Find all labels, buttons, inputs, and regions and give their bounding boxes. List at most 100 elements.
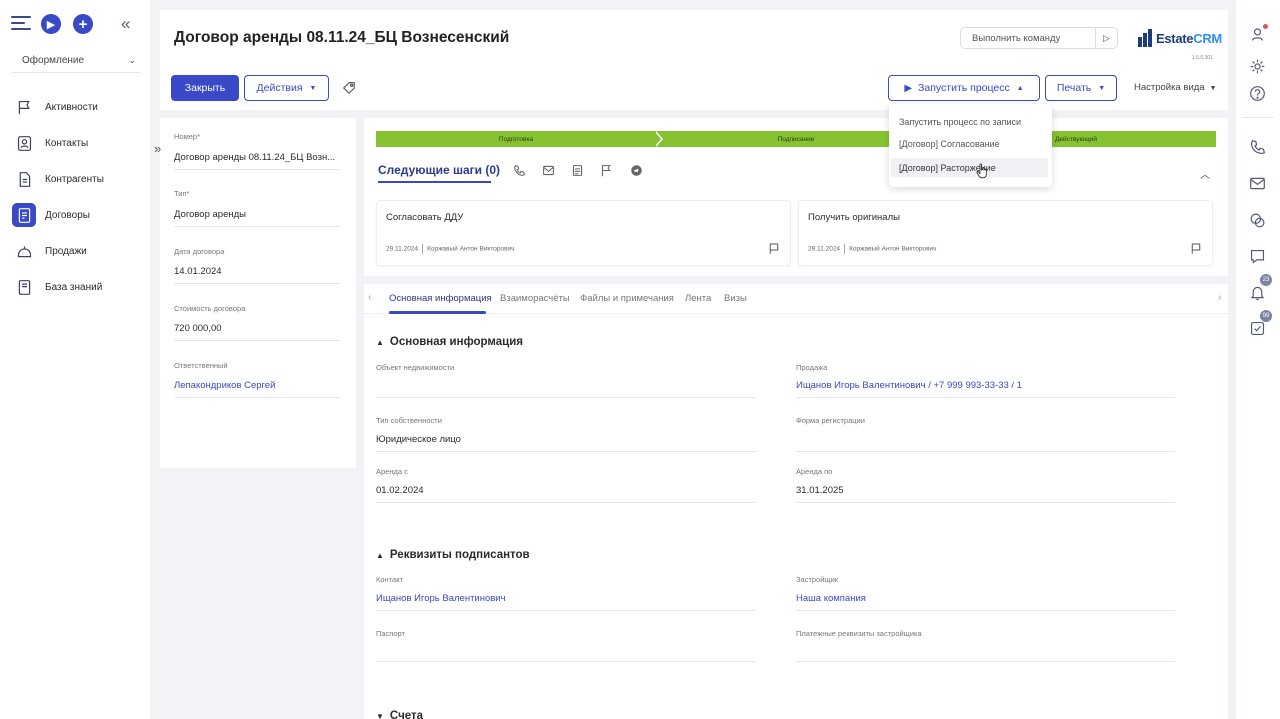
field-number[interactable]: Договор аренды 08.11.24_БЦ Возн... (174, 152, 340, 170)
command-input[interactable]: Выполнить команду ▷ (960, 27, 1118, 49)
stage-label: Действующий (1055, 135, 1097, 143)
tab-main-info[interactable]: Основная информация (389, 293, 492, 304)
section-accounts[interactable]: ▼ Счета (376, 710, 423, 719)
field-registration-form[interactable] (796, 434, 1175, 452)
scroll-left-icon[interactable]: ‹ (368, 292, 371, 303)
field-lease-to[interactable]: 31.01.2025 (796, 485, 1175, 503)
hand-cursor-icon (976, 163, 987, 179)
right-toolbar: 23 99 (1236, 0, 1280, 719)
sidebar-item-activities[interactable]: Активности (12, 94, 144, 120)
flag-icon[interactable] (1190, 242, 1202, 255)
logo-text-crm: CRM (1193, 30, 1222, 46)
close-button[interactable]: Закрыть (171, 75, 239, 101)
field-contract-date[interactable]: 14.01.2024 (174, 266, 340, 284)
chat-bubbles-icon[interactable] (1247, 210, 1267, 230)
help-icon[interactable] (1247, 83, 1267, 103)
flag-icon (12, 95, 36, 119)
stage-bar: Подготовка Подписание Действующий (376, 131, 1216, 147)
run-command-icon[interactable]: ▷ (1095, 28, 1117, 48)
left-sidebar: ▶ + « Оформление ⌄ Активности Контакты К… (0, 0, 150, 719)
stage-divider (654, 131, 661, 147)
sidebar-item-label: Контрагенты (45, 173, 104, 185)
settings-icon[interactable] (1247, 56, 1267, 76)
add-icon[interactable]: + (73, 14, 93, 34)
scroll-right-icon[interactable]: › (1218, 292, 1221, 303)
tab-files-notes[interactable]: Файлы и примечания (580, 293, 674, 304)
field-label: Стоимость договора (174, 304, 246, 313)
field-label: Паспорт (376, 629, 405, 638)
collapse-steps-icon[interactable]: ︿ (1200, 166, 1210, 181)
step-card[interactable]: Согласовать ДДУ 29.11.2024 Коржавый Антон… (376, 200, 791, 266)
field-label: Тип* (174, 189, 190, 198)
tab-underline (378, 181, 491, 183)
page-title: Договор аренды 08.11.24_БЦ Вознесенский (174, 29, 510, 46)
chevron-up-icon: ▲ (376, 338, 384, 347)
task-list-icon[interactable] (571, 164, 584, 177)
run-process-button[interactable]: ▶ Запустить процесс ▲ (888, 75, 1040, 101)
book-icon (12, 275, 36, 299)
stage-preparation[interactable]: Подготовка (376, 131, 656, 147)
step-meta: 29.11.2024 Коржавый Антон Викторович (386, 244, 515, 254)
sidebar-item-contacts[interactable]: Контакты (12, 130, 144, 156)
version-label: 1.5.0.301 (1192, 55, 1213, 61)
play-icon[interactable]: ▶ (41, 14, 61, 34)
mail-icon[interactable] (542, 164, 555, 177)
sidebar-item-label: Контакты (45, 137, 89, 149)
stage-label: Подготовка (498, 135, 534, 143)
menu-item-termination[interactable]: [Договор] Расторжение (891, 158, 1048, 177)
sidebar-item-contracts[interactable]: Договоры (12, 202, 144, 228)
sidebar-item-knowledge-base[interactable]: База знаний (12, 274, 144, 300)
tab-feed[interactable]: Лента (685, 293, 711, 304)
step-card[interactable]: Получить оригиналы 29.11.2024 Коржавый Ан… (798, 200, 1213, 266)
phone-icon[interactable] (1247, 137, 1267, 157)
field-label: Форма регистрации (796, 416, 865, 425)
field-developer[interactable]: Наша компания (796, 593, 1175, 611)
sidebar-item-sales[interactable]: Продажи (12, 238, 144, 264)
flag-icon[interactable] (600, 164, 613, 177)
command-placeholder: Выполнить команду (972, 32, 1061, 44)
view-settings-button[interactable]: Настройка вида ▼ (1134, 82, 1217, 93)
field-type[interactable]: Договор аренды (174, 209, 340, 227)
field-label: Застройщик (796, 575, 839, 584)
dropdown-header: Запустить процесс по записи (899, 117, 1022, 127)
record-header: Договор аренды 08.11.24_БЦ Вознесенский … (160, 10, 1228, 110)
chevron-down-icon: ⌄ (128, 55, 136, 65)
mail-icon[interactable] (1247, 173, 1267, 193)
tab-settlements[interactable]: Взаиморасчёты (500, 293, 570, 304)
tab-visas[interactable]: Визы (724, 293, 747, 304)
field-ownership-type[interactable]: Юридическое лицо (376, 434, 755, 452)
expand-panel-icon[interactable]: » (154, 141, 161, 156)
field-contact[interactable]: Ищанов Игорь Валентинович (376, 593, 755, 611)
field-responsible[interactable]: Лепакондриков Сергей (174, 380, 340, 398)
tabs-row: ‹ Основная информация Взаиморасчёты Файл… (364, 284, 1228, 314)
section-main-info[interactable]: ▲ Основная информация (376, 336, 523, 348)
field-property-object[interactable] (376, 380, 755, 398)
record-fields-panel: Номер* Договор аренды 08.11.24_БЦ Возн..… (160, 118, 356, 468)
phone-icon[interactable] (513, 164, 526, 177)
sidebar-item-counterparties[interactable]: Контрагенты (12, 166, 144, 192)
field-passport[interactable] (376, 644, 755, 662)
field-sale[interactable]: Ищанов Игорь Валентинович / +7 999 993-3… (796, 380, 1175, 398)
menu-item-approval[interactable]: [Договор] Согласование (891, 134, 1048, 153)
section-title: Счета (389, 710, 424, 719)
workspace-select[interactable]: Оформление ⌄ (12, 49, 140, 73)
field-developer-payment-details[interactable] (796, 644, 1175, 662)
field-lease-from[interactable]: 01.02.2024 (376, 485, 755, 503)
menu-icon[interactable] (11, 16, 31, 32)
field-label: Платежные реквизиты застройщика (796, 629, 922, 638)
run-process-label: Запустить процесс (918, 82, 1010, 94)
next-steps-title[interactable]: Следующие шаги (0) (378, 163, 500, 177)
print-button[interactable]: Печать ▼ (1045, 75, 1117, 101)
actions-button[interactable]: Действия ▼ (244, 75, 329, 101)
field-label: Аренда с (376, 467, 408, 476)
comment-icon[interactable] (1247, 246, 1267, 266)
field-contract-cost[interactable]: 720 000,00 (174, 323, 340, 341)
step-person: Коржавый Антон Викторович (849, 245, 937, 253)
section-signers[interactable]: ▲ Реквизиты подписантов (376, 549, 530, 561)
collapse-sidebar-icon[interactable]: « (121, 14, 130, 34)
flag-icon[interactable] (768, 242, 780, 255)
sales-icon (12, 239, 36, 263)
tag-icon[interactable] (342, 81, 356, 95)
view-settings-label: Настройка вида (1134, 82, 1205, 93)
telegram-icon[interactable] (630, 164, 643, 177)
